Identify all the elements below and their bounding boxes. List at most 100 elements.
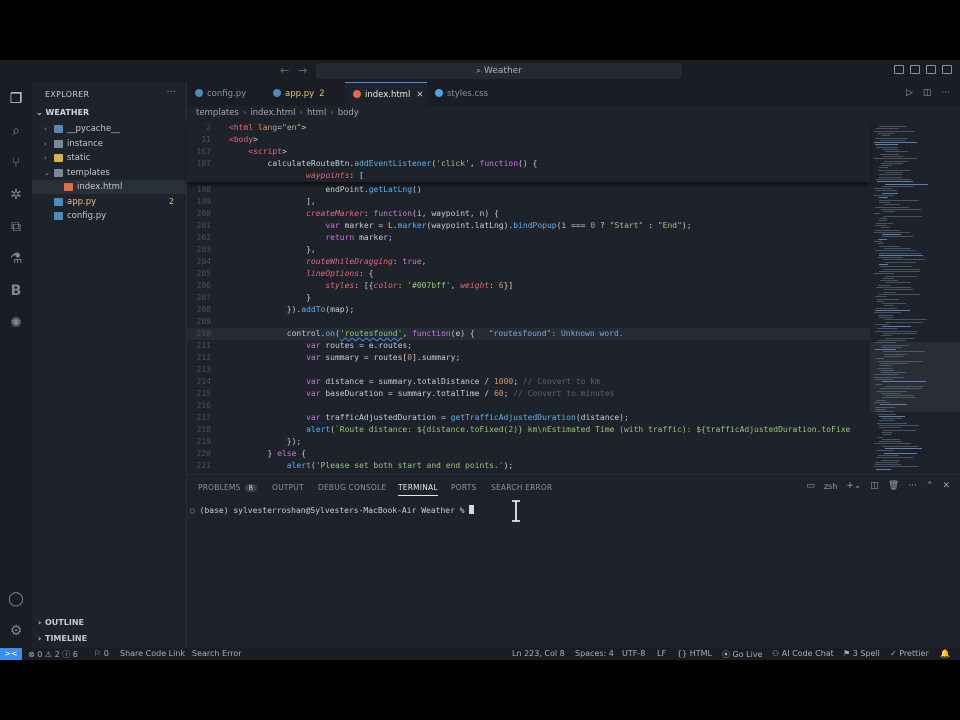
prettier-label: Prettier [899, 649, 929, 658]
new-terminal-icon[interactable]: +⌄ [846, 481, 861, 491]
b-extension-icon[interactable]: B [7, 282, 25, 300]
code-line[interactable]: 211 var routes = e.routes; [187, 340, 870, 352]
panel-tab-terminal[interactable]: TERMINAL [398, 483, 438, 496]
file-tree-item[interactable]: config.py [32, 209, 186, 223]
customize-layout-icon[interactable] [942, 65, 952, 74]
maximize-panel-icon[interactable]: ⌃ [926, 481, 934, 491]
split-terminal-icon[interactable]: ◫ [870, 481, 879, 491]
file-tree-item[interactable]: › instance [32, 137, 186, 151]
more-actions-icon[interactable]: ··· [166, 87, 176, 98]
breadcrumb-item[interactable]: html [307, 108, 326, 118]
code-line[interactable]: 204 routeWhileDragging: true, [187, 256, 870, 268]
panel-tab-debug-console[interactable]: DEBUG CONSOLE [318, 483, 386, 492]
breadcrumb-item[interactable]: index.html [250, 108, 295, 118]
code-line[interactable]: 220 } else { [187, 448, 870, 460]
file-tree-item[interactable]: › __pycache__ [32, 122, 186, 136]
settings-gear-icon[interactable]: ⚙ [7, 622, 25, 640]
code-line[interactable]: 217 var trafficAdjustedDuration = getTra… [187, 412, 870, 424]
panel-tab-output[interactable]: OUTPUT [272, 483, 304, 492]
toggle-secondary-sidebar-icon[interactable] [926, 65, 936, 74]
explorer-icon[interactable]: ❐ [7, 90, 25, 108]
search-error-status[interactable]: Search Error [192, 649, 242, 658]
eol[interactable]: LF [657, 649, 666, 658]
search-icon[interactable]: ⌕ [7, 122, 25, 140]
code-line[interactable]: 207 } [187, 292, 870, 304]
shell-name[interactable]: zsh [824, 482, 837, 491]
run-debug-icon[interactable]: ✲ [7, 186, 25, 204]
code-line[interactable]: 215 var baseDuration = summary.totalTime… [187, 388, 870, 400]
extensions-icon[interactable]: ⧉ [7, 218, 25, 236]
code-line[interactable]: 210 control.on('routesfound', function(e… [187, 328, 870, 340]
command-center-search[interactable]: ⌕ Weather [316, 63, 682, 79]
forward-arrow-icon[interactable]: → [298, 64, 307, 77]
problems-status[interactable]: ⊗ 0 ⚠ 2 ⓘ 6 [28, 649, 78, 660]
tab-app-py[interactable]: app.py 2 [265, 82, 345, 106]
ai-code-chat[interactable]: ⚇ AI Code Chat [772, 649, 834, 658]
project-folder[interactable]: ⌄ WEATHER [36, 108, 89, 117]
notifications-bell-icon[interactable]: 🔔 [940, 649, 950, 658]
toggle-panel-icon[interactable] [910, 65, 920, 74]
language-mode[interactable]: {} HTML [677, 649, 712, 658]
breadcrumb-item[interactable]: body [338, 108, 359, 118]
file-tree-item[interactable]: index.html [32, 180, 186, 194]
code-line[interactable]: 208 }).addTo(map); [187, 304, 870, 316]
share-code-link[interactable]: Share Code Link [120, 649, 185, 658]
panel-tab-problems[interactable]: PROBLEMS 8 [198, 483, 258, 492]
run-icon[interactable]: ▷ [906, 88, 913, 98]
spell-status[interactable]: ⚑ 3 Spell [843, 649, 880, 658]
close-icon[interactable]: ✕ [416, 90, 423, 100]
code-line[interactable]: 219 }); [187, 436, 870, 448]
split-editor-icon[interactable]: ◫ [923, 88, 932, 98]
testing-flask-icon[interactable]: ⚗ [7, 250, 25, 268]
account-icon[interactable]: ◯ [7, 590, 25, 608]
code-line[interactable]: 206 styles: [{color: '#007bff', weight: … [187, 280, 870, 292]
terminal-line[interactable]: ○ (base) sylvesterroshan@Sylvesters-MacB… [190, 505, 474, 515]
minimap-viewport[interactable] [870, 342, 960, 412]
prettier-status[interactable]: ✓ Prettier [890, 649, 929, 658]
panel-tab-search-error[interactable]: SEARCH ERROR [491, 483, 552, 492]
source-control-icon[interactable]: ⑂ [7, 154, 25, 172]
code-line[interactable]: 214 var distance = summary.totalDistance… [187, 376, 870, 388]
code-line[interactable]: 205 lineOptions: { [187, 268, 870, 280]
more-actions-icon[interactable]: ··· [941, 88, 950, 98]
encoding[interactable]: UTF-8 [622, 649, 645, 658]
code-line[interactable]: 198 endPoint.getLatLng() [187, 184, 870, 196]
tab-index-html[interactable]: index.html ✕ [345, 82, 427, 106]
tab-styles-css[interactable]: styles.css [427, 82, 505, 106]
tab-config-py[interactable]: config.py [187, 82, 265, 106]
sticky-line[interactable]: 11 <body> [187, 134, 870, 146]
code-line[interactable]: 221 alert('Please set both start and end… [187, 460, 870, 472]
code-line[interactable]: 203 }, [187, 244, 870, 256]
sticky-scroll[interactable]: 2 <html lang="en"> 11 <body> 167 <script> 187… [187, 122, 870, 182]
go-live[interactable]: ⦿ Go Live [722, 649, 763, 660]
sticky-line[interactable]: waypoints: [ [187, 170, 870, 182]
ai-chat-icon[interactable]: ✺ [7, 314, 25, 332]
sticky-line[interactable]: 187 calculateRouteBtn.addEventListener('… [187, 158, 870, 170]
code-line[interactable]: 201 var marker = L.marker(waypoint.latLn… [187, 220, 870, 232]
panel-tab-ports[interactable]: PORTS [451, 483, 476, 492]
back-arrow-icon[interactable]: ← [280, 64, 289, 77]
code-line[interactable]: 212 var summary = routes[0].summary; [187, 352, 870, 364]
minimap[interactable] [870, 122, 960, 474]
code-line[interactable]: 213 [187, 364, 870, 376]
breadcrumb-item[interactable]: templates [196, 108, 239, 118]
cursor-position[interactable]: Ln 223, Col 8 [512, 649, 565, 658]
remote-indicator-icon[interactable]: >< [0, 648, 22, 660]
sticky-line[interactable]: 2 <html lang="en"> [187, 122, 870, 134]
code-line[interactable]: 209 [187, 316, 870, 328]
ports-status[interactable]: ⚐ 0 [94, 649, 109, 658]
sticky-line[interactable]: 167 <script> [187, 146, 870, 158]
trash-icon[interactable]: 🗑 [888, 481, 899, 491]
code-line[interactable]: 218 alert(`Route distance: ${distance.to… [187, 424, 870, 436]
code-line[interactable]: 199 ], [187, 196, 870, 208]
code-line[interactable]: 216 [187, 400, 870, 412]
file-tree-item[interactable]: › static [32, 151, 186, 165]
file-tree-item[interactable]: ⌄ templates [32, 166, 186, 180]
file-tree-item[interactable]: app.py 2 [32, 195, 186, 209]
more-actions-icon[interactable]: ··· [908, 481, 917, 491]
toggle-primary-sidebar-icon[interactable] [894, 65, 904, 74]
indentation[interactable]: Spaces: 4 [575, 649, 614, 658]
close-icon[interactable]: ✕ [942, 481, 950, 491]
code-line[interactable]: 202 return marker; [187, 232, 870, 244]
code-line[interactable]: 200 createMarker: function(i, waypoint, … [187, 208, 870, 220]
